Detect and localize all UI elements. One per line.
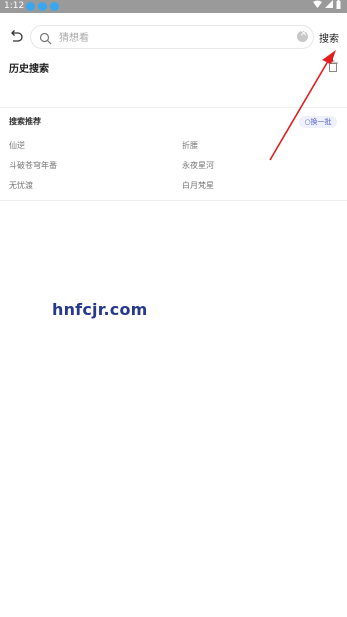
watermark: hnfcjr.com <box>52 300 148 319</box>
recommend-title: 搜索推荐 <box>9 117 41 126</box>
status-time: 1:12 <box>4 1 25 11</box>
recommend-item[interactable]: 仙逆 <box>9 140 25 151</box>
recommend-item[interactable]: 白月梵星 <box>182 180 214 191</box>
notification-icon <box>26 2 35 11</box>
search-input[interactable] <box>57 28 301 48</box>
recommend-item[interactable]: 折腰 <box>182 140 198 151</box>
trash-icon[interactable] <box>327 57 339 72</box>
divider <box>0 107 347 108</box>
search-button[interactable]: 搜索 <box>319 30 339 45</box>
status-bar: 1:12 <box>0 0 347 13</box>
recommend-item[interactable]: 无忧渡 <box>9 180 33 191</box>
search-bar <box>30 25 314 49</box>
history-title: 历史搜索 <box>9 64 49 75</box>
back-icon[interactable] <box>8 28 24 44</box>
search-icon <box>39 30 52 45</box>
battery-icon <box>336 0 341 14</box>
status-icons <box>313 0 341 14</box>
signal-icon <box>325 0 333 13</box>
refresh-label: 换一批 <box>310 118 332 126</box>
notification-icon <box>50 2 59 11</box>
wifi-icon <box>313 0 322 13</box>
notification-icon <box>38 2 47 11</box>
refresh-button[interactable]: ○换一批 <box>299 116 337 128</box>
divider <box>0 200 347 201</box>
clear-icon[interactable] <box>297 28 308 42</box>
recommend-item[interactable]: 斗破苍穹年番 <box>9 160 57 171</box>
recommend-item[interactable]: 永夜星河 <box>182 160 214 171</box>
